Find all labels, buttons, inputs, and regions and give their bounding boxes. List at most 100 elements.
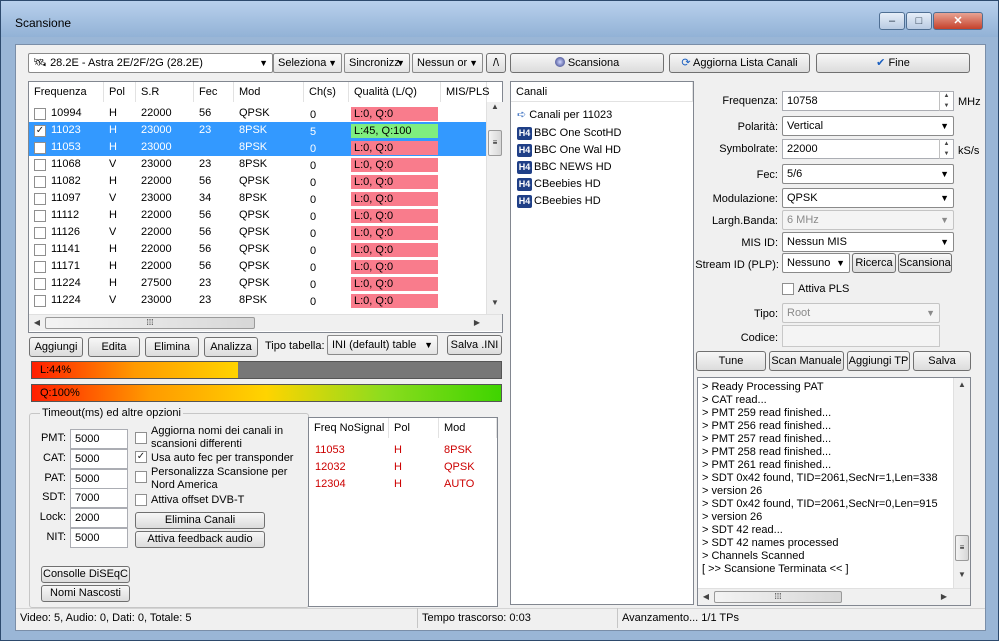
horizontal-scroll-thumb[interactable]: ⁞⁞⁞ — [45, 317, 255, 329]
none-combo[interactable]: Nessun or ▼ — [412, 53, 483, 73]
update-names-checkbox[interactable] — [135, 432, 147, 444]
col-header-mis[interactable]: MIS/PLS — [441, 82, 489, 102]
nosignal-col-freq[interactable]: Freq NoSignal — [309, 418, 389, 438]
tune-button[interactable]: Tune — [696, 351, 766, 371]
nosignal-col-mod[interactable]: Mod — [439, 418, 497, 438]
table-row[interactable]: 10994 H 22000 56 QPSK 0 L:0, Q:0 — [29, 105, 487, 122]
close-button[interactable]: ✕ — [933, 12, 983, 30]
fec-select[interactable]: 5/6 ▼ — [782, 164, 954, 184]
col-header-sr[interactable]: S.R — [136, 82, 194, 102]
row-checkbox[interactable] — [34, 108, 46, 120]
title-bar[interactable]: Scansione ‒ □ ✕ — [1, 1, 998, 37]
scan-button[interactable]: Scansiona — [510, 53, 664, 73]
plp-search-button[interactable]: Ricerca — [852, 253, 896, 273]
dvbt-offset-checkbox[interactable] — [135, 494, 147, 506]
table-row[interactable]: 11053 H 23000 8PSK 0 L:0, Q:0 — [29, 139, 487, 156]
channel-item[interactable]: H4 BBC One ScotHD — [517, 125, 621, 142]
nit-field[interactable]: 5000 — [70, 528, 128, 548]
channels-header[interactable]: Canali — [511, 82, 693, 102]
table-row[interactable]: 11112 H 22000 56 QPSK 0 L:0, Q:0 — [29, 207, 487, 224]
table-horizontal-scrollbar[interactable]: ◀ ⁞⁞⁞ ▶ — [29, 314, 502, 331]
save-button[interactable]: Salva — [913, 351, 971, 371]
table-row[interactable]: 11082 H 22000 56 QPSK 0 L:0, Q:0 — [29, 173, 487, 190]
row-checkbox[interactable] — [34, 142, 46, 154]
sdt-field[interactable]: 7000 — [70, 488, 128, 508]
log-horizontal-scrollbar[interactable]: ◀ ⁞⁞⁞ ▶ — [698, 588, 970, 605]
edit-button[interactable]: Edita — [88, 337, 140, 357]
audio-feedback-button[interactable]: Attiva feedback audio — [135, 531, 265, 548]
manual-scan-button[interactable]: Scan Manuale — [769, 351, 844, 371]
add-button[interactable]: Aggiungi — [29, 337, 83, 357]
north-america-checkbox[interactable] — [135, 471, 147, 483]
enable-pls-checkbox[interactable] — [782, 283, 794, 295]
channels-panel[interactable]: Canali ➪ Canali per 11023 H4 BBC One Scot… — [510, 81, 694, 605]
row-checkbox[interactable] — [34, 159, 46, 171]
type-select[interactable]: Root ▼ — [782, 303, 940, 323]
table-row[interactable]: 11171 H 22000 56 QPSK 0 L:0, Q:0 — [29, 258, 487, 275]
channels-root-node[interactable]: ➪ Canali per 11023 — [517, 107, 612, 124]
row-checkbox[interactable] — [34, 227, 46, 239]
minimize-button[interactable]: ‒ — [879, 12, 905, 30]
row-checkbox[interactable] — [34, 244, 46, 256]
scroll-up-arrow-icon[interactable]: ▲ — [487, 102, 503, 111]
scroll-right-arrow-icon[interactable]: ▶ — [469, 318, 485, 327]
table-row[interactable]: ✓ 11023 H 23000 23 8PSK 5 L:45, Q:100 — [29, 122, 487, 139]
transponder-table[interactable]: Frequenza Pol S.R Fec Mod Ch(s) Qualità … — [28, 81, 503, 333]
row-checkbox[interactable] — [34, 278, 46, 290]
save-ini-button[interactable]: Salva .INI — [447, 335, 502, 355]
code-field[interactable] — [782, 325, 940, 347]
polarity-select[interactable]: Vertical ▼ — [782, 116, 954, 136]
nosignal-row[interactable]: 12032 H QPSK — [309, 459, 497, 476]
col-header-fec[interactable]: Fec — [194, 82, 234, 102]
scan-log[interactable]: > Ready Processing PAT > CAT read... > PMT… — [697, 377, 971, 606]
vertical-scroll-thumb[interactable]: ≡ — [488, 130, 502, 156]
modulation-select[interactable]: QPSK ▼ — [782, 188, 954, 208]
scroll-up-arrow-icon[interactable]: ▲ — [954, 380, 970, 389]
update-channel-list-button[interactable]: ⟳ Aggiorna Lista Canali — [669, 53, 810, 73]
table-vertical-scrollbar[interactable]: ▲ ≡ ▼ — [486, 102, 503, 314]
pmt-field[interactable]: 5000 — [70, 429, 128, 449]
row-checkbox[interactable] — [34, 193, 46, 205]
frequency-field[interactable]: 10758 ▲ ▼ — [782, 91, 954, 111]
log-vertical-scrollbar[interactable]: ▲ ≡ ▼ — [953, 378, 970, 588]
plp-select[interactable]: Nessuno ▼ — [782, 253, 850, 273]
mis-id-select[interactable]: Nessun MIS ▼ — [782, 232, 954, 252]
scroll-down-arrow-icon[interactable]: ▼ — [954, 570, 970, 579]
scroll-left-arrow-icon[interactable]: ◀ — [29, 318, 45, 327]
symbolrate-spinner-icon[interactable]: ▲ ▼ — [939, 139, 953, 159]
row-checkbox[interactable] — [34, 210, 46, 222]
channel-item[interactable]: H4 CBeebies HD — [517, 193, 601, 210]
row-checkbox[interactable] — [34, 261, 46, 273]
maximize-button[interactable]: □ — [906, 12, 932, 30]
channel-item[interactable]: H4 BBC NEWS HD — [517, 159, 612, 176]
channel-item[interactable]: H4 BBC One Wal HD — [517, 142, 621, 159]
col-header-frequency[interactable]: Frequenza — [29, 82, 104, 102]
table-row[interactable]: 11126 V 22000 56 QPSK 0 L:0, Q:0 — [29, 224, 487, 241]
row-checkbox[interactable]: ✓ — [34, 125, 46, 137]
auto-fec-checkbox[interactable]: ✓ — [135, 451, 147, 463]
nosignal-table[interactable]: Freq NoSignal Pol Mod 11053 H 8PSK 12032 H QP… — [308, 417, 498, 607]
col-header-quality[interactable]: Qualità (L/Q) — [349, 82, 441, 102]
diseqc-console-button[interactable]: Consolle DiSEqC — [41, 566, 130, 583]
slash-button[interactable]: /\ — [486, 53, 506, 73]
table-row[interactable]: 11097 V 23000 34 8PSK 0 L:0, Q:0 — [29, 190, 487, 207]
table-type-select[interactable]: INI (default) table ▼ — [327, 335, 438, 355]
delete-channels-button[interactable]: Elimina Canali — [135, 512, 265, 529]
row-checkbox[interactable] — [34, 176, 46, 188]
channel-item[interactable]: H4 CBeebies HD — [517, 176, 601, 193]
pat-field[interactable]: 5000 — [70, 469, 128, 489]
log-scroll-thumb[interactable]: ≡ — [955, 535, 969, 561]
bandwidth-select[interactable]: 6 MHz ▼ — [782, 210, 954, 230]
plp-scan-button[interactable]: Scansiona — [898, 253, 952, 273]
lock-field[interactable]: 2000 — [70, 508, 128, 528]
log-hscroll-thumb[interactable]: ⁞⁞⁞ — [714, 591, 842, 603]
col-header-channels[interactable]: Ch(s) — [304, 82, 349, 102]
add-tp-button[interactable]: Aggiungi TP — [847, 351, 910, 371]
table-row[interactable]: 11224 V 23000 23 8PSK 0 L:0, Q:0 — [29, 292, 487, 309]
nosignal-row[interactable]: 11053 H 8PSK — [309, 442, 497, 459]
table-row[interactable]: 11141 H 22000 56 QPSK 0 L:0, Q:0 — [29, 241, 487, 258]
select-combo[interactable]: Seleziona ▼ — [273, 53, 342, 73]
delete-button[interactable]: Elimina — [145, 337, 199, 357]
row-checkbox[interactable] — [34, 295, 46, 307]
col-header-mod[interactable]: Mod — [234, 82, 304, 102]
